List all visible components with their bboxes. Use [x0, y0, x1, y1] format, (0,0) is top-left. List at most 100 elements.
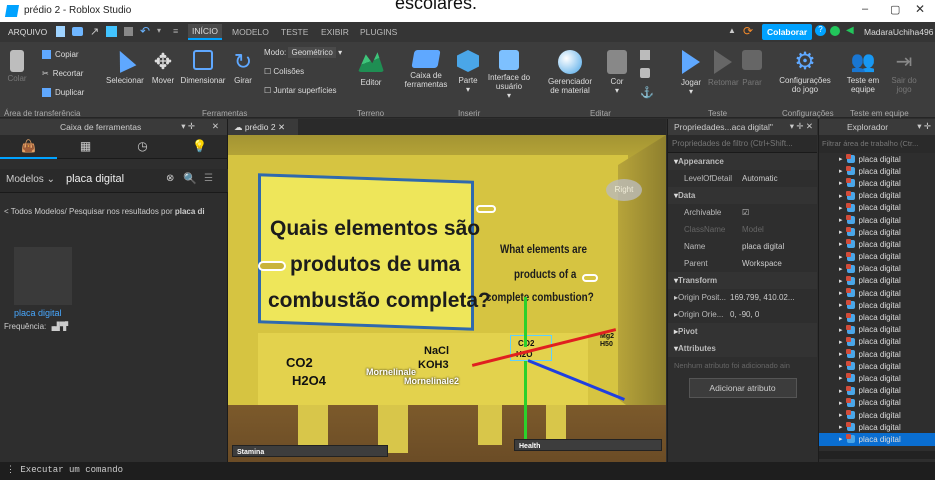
explorer-item[interactable]: ▸ placa digital	[819, 311, 935, 323]
explorer-item[interactable]: ▸ placa digital	[819, 153, 935, 165]
rotate-tool-button[interactable]: ↻ Girar	[230, 50, 256, 86]
close-icon[interactable]: ✕	[915, 2, 925, 16]
tab-creations[interactable]: 💡	[171, 135, 228, 159]
explorer-item[interactable]: ▸ placa digital	[819, 433, 935, 446]
explorer-item[interactable]: ▸ placa digital	[819, 421, 935, 433]
property-row[interactable]: Archivable ☑	[668, 204, 817, 221]
tab-exibir[interactable]: EXIBIR	[321, 27, 349, 37]
explorer-item[interactable]: ▸ placa digital	[819, 165, 935, 177]
expand-chevron-icon[interactable]: ▸	[839, 167, 843, 175]
explorer-item[interactable]: ▸ placa digital	[819, 190, 935, 202]
expand-chevron-icon[interactable]: ▸	[839, 277, 843, 285]
property-section[interactable]: ▾ Appearance	[668, 153, 817, 170]
explorer-item[interactable]: ▸ placa digital	[819, 385, 935, 397]
properties-filter-input[interactable]: Propriedades de filtro (Ctrl+Shift...	[668, 135, 817, 153]
explorer-item[interactable]: ▸ placa digital	[819, 238, 935, 250]
exit-game-button[interactable]: ⇥ Sair do jogo	[888, 50, 920, 94]
tab-grid[interactable]: ▦	[57, 135, 114, 159]
gizmo-y-axis-down[interactable]	[524, 361, 527, 441]
clear-search-icon[interactable]: ⊗	[166, 173, 174, 184]
expand-chevron-icon[interactable]: ▸	[839, 179, 843, 187]
tab-teste[interactable]: TESTE	[281, 27, 308, 37]
new-file-icon[interactable]	[56, 26, 65, 37]
resume-button[interactable]: Retomar	[708, 50, 739, 87]
cut-button[interactable]: ✂ Recortar	[42, 69, 83, 78]
tab-inventory[interactable]: 👜	[0, 135, 57, 159]
explorer-item[interactable]: ▸ placa digital	[819, 202, 935, 214]
viewport-tab[interactable]: ☁ prédio 2 ✕	[228, 119, 298, 135]
collisions-checkbox[interactable]: ☐ Colisões	[264, 67, 304, 76]
team-test-button[interactable]: 👥 Teste em equipe	[846, 50, 880, 94]
close-icon[interactable]: ✕	[278, 122, 285, 132]
property-row[interactable]: ▸ Origin Posit... 169.799, 410.02...	[668, 289, 817, 306]
tab-inicio[interactable]: INÍCIO	[188, 24, 222, 40]
expand-chevron-icon[interactable]: ▸	[839, 228, 843, 236]
join-surfaces-checkbox[interactable]: ☐ Juntar superfícies	[264, 86, 337, 95]
part-button[interactable]: Parte ▾	[454, 50, 482, 94]
command-bar[interactable]: ⋮ Executar um comando	[0, 462, 935, 480]
expand-chevron-icon[interactable]: ▸	[839, 387, 843, 395]
expand-chevron-icon[interactable]: ▸	[839, 411, 843, 419]
tab-modelo[interactable]: MODELO	[232, 27, 269, 37]
maximize-icon[interactable]: ▢	[890, 3, 900, 16]
panel-menu-icon[interactable]: ▾ ✛ ✕	[790, 121, 813, 132]
expand-chevron-icon[interactable]: ▸	[839, 374, 843, 382]
share-icon[interactable]: ↗	[90, 25, 99, 38]
user-name[interactable]: MadaraUchiha496	[864, 27, 933, 37]
expand-chevron-icon[interactable]: ▸	[839, 399, 843, 407]
expand-chevron-icon[interactable]: ▸	[839, 216, 843, 224]
scale-tool-button[interactable]: Dimensionar	[178, 50, 228, 85]
viewport-3d[interactable]: ☁ prédio 2 ✕ Quais elementos são produto…	[228, 119, 666, 462]
expand-chevron-icon[interactable]: ▸	[839, 326, 843, 334]
terrain-editor-button[interactable]: Editor	[354, 50, 388, 87]
expand-chevron-icon[interactable]: ▸	[839, 240, 843, 248]
publish-icon[interactable]	[106, 26, 117, 37]
property-value[interactable]: 0, -90, 0	[730, 310, 759, 319]
copy-button[interactable]: Copiar	[42, 50, 79, 60]
property-value[interactable]: Automatic	[742, 174, 778, 183]
mode-select[interactable]: Modo: Geométrico ▾	[264, 47, 342, 58]
filter-icon[interactable]: ☰	[204, 173, 213, 184]
lock-icon[interactable]	[640, 68, 650, 78]
explorer-item[interactable]: ▸ placa digital	[819, 372, 935, 384]
explorer-item[interactable]: ▸ placa digital	[819, 360, 935, 372]
explorer-item[interactable]: ▸ placa digital	[819, 251, 935, 263]
explorer-item[interactable]: ▸ placa digital	[819, 348, 935, 360]
explorer-item[interactable]: ▸ placa digital	[819, 177, 935, 189]
search-icon[interactable]: 🔍	[183, 172, 197, 185]
property-value[interactable]: Model	[742, 225, 764, 234]
explorer-item[interactable]: ▸ placa digital	[819, 275, 935, 287]
command-input[interactable]: Executar um comando	[20, 465, 123, 475]
minimize-icon[interactable]: –	[862, 3, 868, 15]
toolbox-button[interactable]: Caixa de ferramentas	[404, 50, 448, 89]
category-dropdown[interactable]: Modelos ⌄	[6, 174, 55, 185]
menu-arquivo[interactable]: ARQUIVO	[8, 27, 47, 37]
explorer-item[interactable]: ▸ placa digital	[819, 397, 935, 409]
panel-menu-icon[interactable]: ▾ ✛	[917, 121, 931, 132]
explorer-item[interactable]: ▸ placa digital	[819, 336, 935, 348]
anchor-icon[interactable]: ⚓	[640, 86, 654, 99]
property-section[interactable]: ▾ Data	[668, 187, 817, 204]
move-tool-button[interactable]: ✥ Mover	[148, 50, 178, 86]
expand-chevron-icon[interactable]: ▸	[839, 314, 843, 322]
result-name-link[interactable]: placa digital	[14, 308, 62, 318]
expand-chevron-icon[interactable]: ▸	[839, 265, 843, 273]
expand-chevron-icon[interactable]: ▸	[839, 301, 843, 309]
explorer-item[interactable]: ▸ placa digital	[819, 214, 935, 226]
undo-icon[interactable]: ↶	[140, 24, 150, 38]
collapse-ribbon-icon[interactable]: ▲	[728, 26, 736, 35]
explorer-item[interactable]: ▸ placa digital	[819, 409, 935, 421]
play-button[interactable]: Jogar ▾	[676, 50, 706, 96]
paste-button[interactable]: Colar	[6, 50, 28, 83]
expand-chevron-icon[interactable]: ▸	[839, 289, 843, 297]
game-settings-button[interactable]: ⚙ Configurações do jogo	[774, 50, 836, 95]
color-button[interactable]: Cor ▾	[604, 50, 630, 95]
expand-chevron-icon[interactable]: ▸	[839, 350, 843, 358]
expand-chevron-icon[interactable]: ▸	[839, 435, 843, 443]
property-section[interactable]: ▾ Attributes	[668, 340, 817, 357]
search-input[interactable]: placa digital	[66, 173, 124, 185]
panel-menu-icon[interactable]: ▾ ✛	[181, 121, 195, 132]
explorer-scrollbar[interactable]	[819, 451, 935, 459]
expand-chevron-icon[interactable]: ▸	[839, 338, 843, 346]
expand-chevron-icon[interactable]: ▸	[839, 192, 843, 200]
